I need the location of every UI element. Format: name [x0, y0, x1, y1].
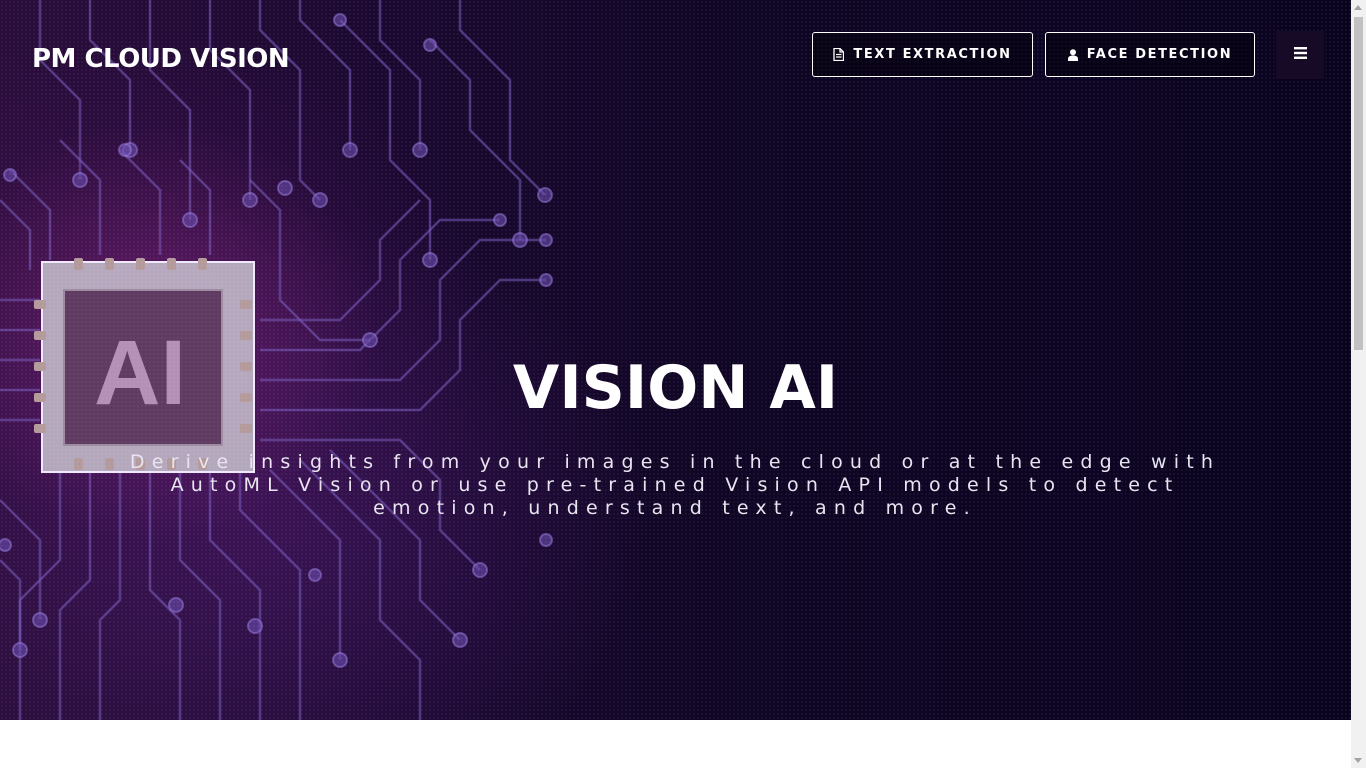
- document-icon: [833, 48, 845, 61]
- hero-subtitle: Derive insights from your images in the …: [129, 451, 1221, 519]
- scroll-up-arrow-icon[interactable]: [1354, 5, 1362, 10]
- hero-section: AI PM CLOUD VISION TEXT EXTRACTION: [0, 0, 1351, 720]
- face-detection-button[interactable]: FACE DETECTION: [1045, 32, 1255, 77]
- hamburger-menu-icon: [1293, 46, 1307, 64]
- scrollbar-thumb[interactable]: [1354, 17, 1363, 350]
- text-extraction-button[interactable]: TEXT EXTRACTION: [812, 32, 1033, 77]
- page: AI PM CLOUD VISION TEXT EXTRACTION: [0, 0, 1366, 768]
- text-extraction-label: TEXT EXTRACTION: [853, 47, 1012, 62]
- vertical-scrollbar[interactable]: [1351, 0, 1366, 768]
- user-icon: [1067, 48, 1078, 61]
- scroll-down-arrow-icon[interactable]: [1354, 758, 1362, 763]
- content-section: [0, 720, 1351, 768]
- face-detection-label: FACE DETECTION: [1086, 47, 1233, 62]
- menu-button[interactable]: [1276, 31, 1324, 79]
- hero-title: VISION AI: [512, 353, 839, 423]
- brand-logo[interactable]: PM CLOUD VISION: [32, 44, 290, 74]
